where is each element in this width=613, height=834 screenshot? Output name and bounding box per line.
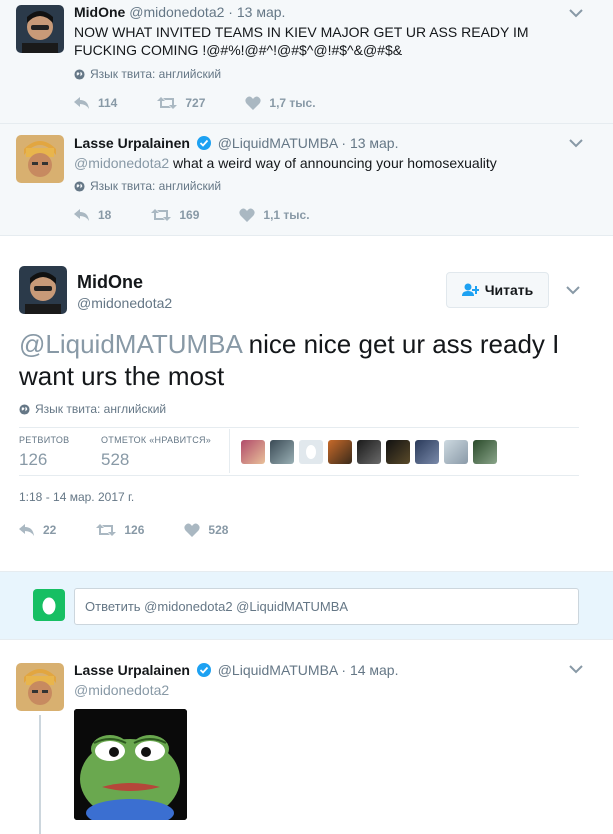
retweet-icon [157,97,178,109]
retweet-button[interactable]: 126 [96,523,144,537]
avatar[interactable] [357,440,381,464]
add-user-icon [461,283,479,296]
verified-icon [196,136,211,150]
thread-line [39,715,41,834]
like-button[interactable]: 1,7 тыс. [245,96,316,110]
author-name[interactable]: Lasse Urpalainen [74,135,190,151]
author-handle[interactable]: @midonedota2 [77,295,172,311]
reply-input[interactable]: Ответить @midonedota2 @LiquidMATUMBA [74,588,579,625]
chevron-down-icon[interactable] [566,136,586,150]
retweet-button[interactable]: 727 [157,96,205,110]
author-handle[interactable]: @LiquidMATUMBA [218,135,338,151]
author-handle[interactable]: @midonedota2 [129,4,224,20]
tweet-date[interactable]: 13 мар. [237,4,286,20]
chevron-down-icon[interactable] [566,662,586,676]
tweet-text: NOW WHAT INVITED TEAMS IN KIEV MAJOR GET… [74,24,529,58]
globe-icon [74,180,85,192]
avatar[interactable] [241,440,265,464]
avatar[interactable] [299,440,323,464]
follow-button[interactable]: Читать [446,272,549,308]
retweet-icon [96,524,117,536]
retweet-button[interactable]: 169 [151,208,199,222]
retweets-stat[interactable]: РЕТВИТОВ 126 [19,435,69,470]
chevron-down-icon[interactable] [566,6,586,20]
avatar[interactable] [270,440,294,464]
avatar[interactable] [19,266,67,314]
tweet-timestamp[interactable]: 1:18 - 14 мар. 2017 г. [19,490,134,504]
reply-composer: Ответить @midonedota2 @LiquidMATUMBA [0,571,613,640]
avatar[interactable] [16,663,64,711]
tweet-context-1[interactable]: MidOne @midonedota2 · 13 мар. NOW WHAT I… [0,0,613,123]
liker-avatars [241,440,497,464]
tweet-date[interactable]: 13 мар. [350,135,399,151]
chevron-down-icon[interactable] [563,283,583,297]
globe-icon [74,68,85,80]
reply-button[interactable]: 18 [74,208,111,222]
tweet-language: Язык твита: английский [90,67,222,81]
avatar[interactable] [415,440,439,464]
retweet-icon [151,209,172,221]
author-handle[interactable]: @LiquidMATUMBA [218,662,338,678]
permalink-tweet: MidOne @midonedota2 Читать @LiquidMATUMB… [0,236,613,571]
mention-link[interactable]: @midonedota2 [74,681,169,699]
like-button[interactable]: 1,1 тыс. [239,208,310,222]
tweet-text: what a weird way of announcing your homo… [169,155,497,171]
author-name[interactable]: MidOne [74,4,125,20]
tweet-date[interactable]: 14 мар. [350,662,399,678]
heart-icon [184,523,201,537]
egg-icon [42,597,56,614]
reply-button[interactable]: 114 [74,96,117,110]
reply-placeholder: Ответить @midonedota2 @LiquidMATUMBA [85,599,349,614]
avatar[interactable] [33,589,65,621]
likes-stat[interactable]: ОТМЕТОК «НРАВИТСЯ» 528 [101,435,211,470]
tweet-language: Язык твита: английский [35,402,167,416]
avatar[interactable] [16,135,64,183]
avatar[interactable] [386,440,410,464]
reply-button[interactable]: 22 [19,523,56,537]
reply-icon [74,97,89,109]
avatar[interactable] [16,5,64,53]
heart-icon [245,96,262,110]
frog-image [74,709,187,820]
mention-link[interactable]: @LiquidMATUMBA [19,329,241,359]
tweet-language: Язык твита: английский [90,179,222,193]
reply-tweet[interactable]: Lasse Urpalainen @LiquidMATUMBA · 14 мар… [0,640,613,834]
avatar[interactable] [328,440,352,464]
heart-icon [239,208,256,222]
author-name[interactable]: Lasse Urpalainen [74,662,190,678]
media-image[interactable] [74,709,187,820]
avatar[interactable] [444,440,468,464]
mention-link[interactable]: @midonedota2 [74,155,169,171]
author-name[interactable]: MidOne [77,272,143,293]
verified-icon [196,663,211,677]
tweet-context-2[interactable]: Lasse Urpalainen @LiquidMATUMBA · 13 мар… [0,124,613,235]
like-button[interactable]: 528 [184,523,228,537]
reply-icon [74,209,89,221]
globe-icon [19,403,30,415]
reply-icon [19,524,34,536]
avatar[interactable] [473,440,497,464]
